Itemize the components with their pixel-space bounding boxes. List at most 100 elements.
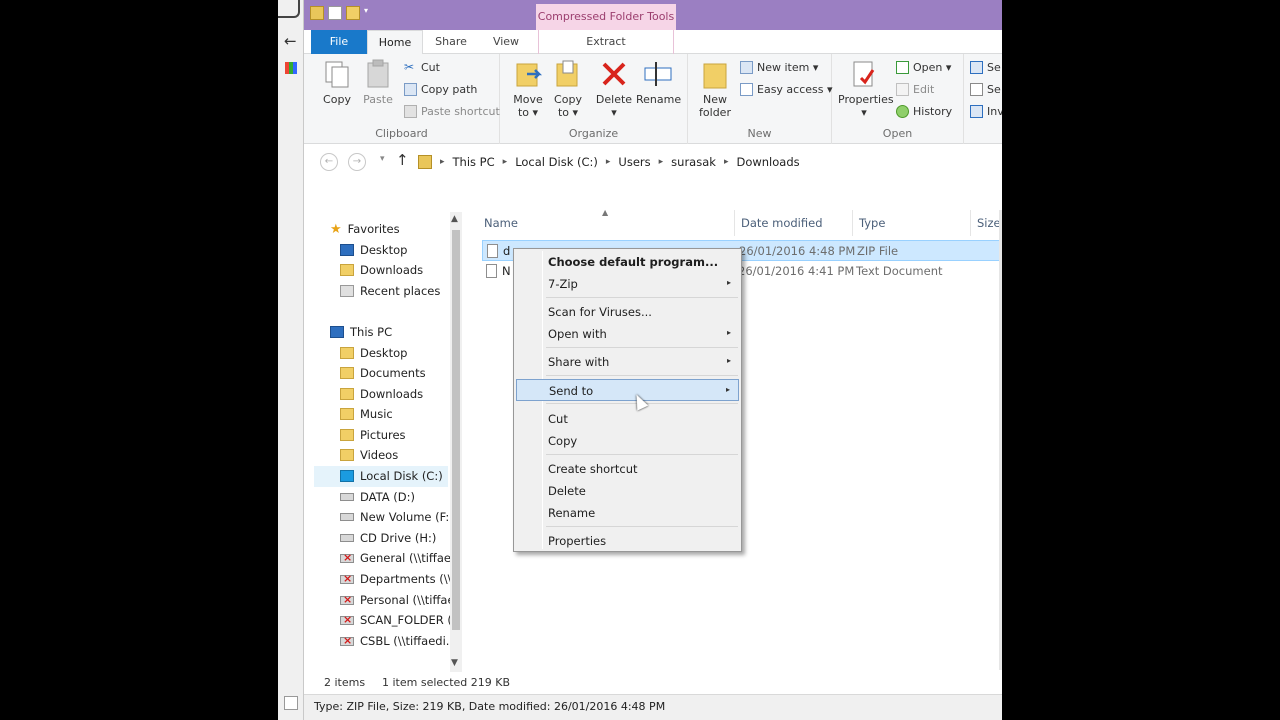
history-button[interactable]: History [896,105,952,118]
invert-selection-button[interactable]: Inv [970,105,1002,118]
menu-item-create-shortcut[interactable]: Create shortcut [516,458,739,480]
menu-label: Open with [548,327,607,341]
menu-item-share-with[interactable]: Share with ▸ [516,351,739,373]
nav-fav-desktop[interactable]: Desktop [340,240,407,260]
new-folder-button[interactable]: New folder [696,58,734,119]
breadcrumb[interactable]: ▸ This PC ▸ Local Disk (C:) ▸ Users ▸ su… [418,152,800,172]
copy-to-button[interactable]: Copy to ▾ [550,58,586,119]
breadcrumb-separator-icon[interactable]: ▸ [724,157,729,167]
recent-locations-chevron-icon[interactable]: ▾ [380,154,385,164]
breadcrumb-surasak[interactable]: surasak [671,155,716,169]
cut-label: Cut [421,61,440,74]
tab-share[interactable]: Share [426,30,476,54]
properties-button[interactable]: Properties ▾ [838,58,894,119]
menu-item-copy[interactable]: Copy [516,430,739,452]
menu-item-send-to[interactable]: Send to ▸ [516,379,739,401]
select-all-button[interactable]: Se [970,61,1001,74]
move-to-caret: to ▾ [517,106,539,119]
tab-file[interactable]: File [311,30,367,54]
paste-shortcut-button[interactable]: Paste shortcut [404,105,500,118]
forward-button[interactable]: → [348,153,366,171]
submenu-arrow-icon: ▸ [726,278,731,287]
nav-new-volume-f[interactable]: New Volume (F:) [340,507,454,527]
rename-button[interactable]: Rename [636,58,681,106]
menu-item-scan-for-viruses[interactable]: Scan for Viruses... [516,301,739,323]
nav-label: Music [360,407,393,421]
cut-button[interactable]: ✂ Cut [404,61,440,75]
nav-cd-drive-h[interactable]: CD Drive (H:) [340,528,436,548]
copy-button[interactable]: Copy [318,58,356,106]
nav-csbl-share[interactable]: CSBL (\\tiffaedi.lo [340,631,460,651]
breadcrumb-users[interactable]: Users [618,155,650,169]
apps-icon[interactable] [285,62,297,74]
nav-favorites[interactable]: ★ Favorites [330,219,400,239]
scroll-down-icon[interactable]: ▼ [451,658,458,668]
edit-button[interactable]: Edit [896,83,934,96]
open-button[interactable]: Open ▾ [896,61,951,74]
black-background [1002,0,1280,720]
nav-desktop[interactable]: Desktop [340,343,407,363]
nav-pictures[interactable]: Pictures [340,425,406,445]
breadcrumb-this-pc[interactable]: This PC [453,155,495,169]
easy-access-button[interactable]: Easy access ▾ [740,83,833,96]
new-item-button[interactable]: New item ▾ [740,61,818,74]
nav-downloads[interactable]: Downloads [340,384,423,404]
scroll-up-icon[interactable]: ▲ [451,214,458,224]
nav-fav-recent-places[interactable]: Recent places [340,281,440,301]
nav-scan-folder-share[interactable]: SCAN_FOLDER (\ [340,610,456,630]
column-header-name[interactable]: Name [484,210,734,236]
file-type: Text Document [856,264,943,278]
organize-group-label: Organize [568,127,619,140]
scrollbar-thumb[interactable] [452,230,460,630]
copy-path-button[interactable]: Copy path [404,83,477,96]
tab-home[interactable]: Home [367,30,423,55]
explorer-app-icon[interactable] [310,6,324,20]
breadcrumb-separator-icon[interactable]: ▸ [440,157,445,167]
move-to-button[interactable]: Move to ▾ [510,58,546,119]
column-header-date-modified[interactable]: Date modified [734,210,852,236]
properties-qat-icon[interactable] [328,6,342,20]
menu-item-cut[interactable]: Cut [516,408,739,430]
menu-item-delete[interactable]: Delete [516,480,739,502]
breadcrumb-local-disk[interactable]: Local Disk (C:) [515,155,598,169]
nav-music[interactable]: Music [340,404,393,424]
column-header-type[interactable]: Type [852,210,970,236]
breadcrumb-downloads[interactable]: Downloads [736,155,799,169]
menu-item-choose-default-program[interactable]: Choose default program... [516,251,739,273]
menu-label: Delete [548,484,586,498]
tab-extract[interactable]: Extract [538,30,674,54]
title-bar[interactable]: ▾ Compressed Folder Tools [304,0,1002,30]
new-folder-qat-icon[interactable] [346,6,360,20]
menu-item-properties[interactable]: Properties [516,530,739,552]
nav-documents[interactable]: Documents [340,363,426,383]
taskbar-thumbnail-icon[interactable] [284,696,298,710]
column-header-size[interactable]: Size [970,210,1002,236]
select-none-button[interactable]: Se [970,83,1001,96]
nav-local-disk-c[interactable]: Local Disk (C:) [340,466,443,486]
delete-button[interactable]: Delete ▾ [594,58,634,119]
breadcrumb-separator-icon[interactable]: ▸ [503,157,508,167]
nav-fav-downloads[interactable]: Downloads [340,260,423,280]
nav-data-d[interactable]: DATA (D:) [340,487,415,507]
nav-this-pc[interactable]: This PC [330,322,392,342]
paste-button[interactable]: Paste [360,58,396,106]
computer-icon [330,326,344,338]
nav-general-share[interactable]: General (\\tiffaed [340,548,458,568]
menu-item-open-with[interactable]: Open with ▸ [516,323,739,345]
nav-label: Desktop [360,346,408,360]
back-arrow-icon[interactable]: ← [284,32,297,50]
back-button[interactable]: ← [320,153,338,171]
nav-videos[interactable]: Videos [340,445,398,465]
nav-label: SCAN_FOLDER (\ [360,613,456,627]
breadcrumb-separator-icon[interactable]: ▸ [606,157,611,167]
nav-label: DATA (D:) [360,490,415,504]
qat-dropdown-icon[interactable]: ▾ [364,6,372,20]
tab-view[interactable]: View [480,30,532,54]
breadcrumb-separator-icon[interactable]: ▸ [659,157,664,167]
menu-item-rename[interactable]: Rename [516,502,739,524]
nav-personal-share[interactable]: Personal (\\tiffae [340,590,455,610]
navigation-scrollbar[interactable]: ▲ ▼ [450,212,462,672]
menu-item-7zip[interactable]: 7-Zip ▸ [516,273,739,295]
up-button[interactable]: ↑ [396,151,409,169]
nav-departments-share[interactable]: Departments (\\t [340,569,456,589]
